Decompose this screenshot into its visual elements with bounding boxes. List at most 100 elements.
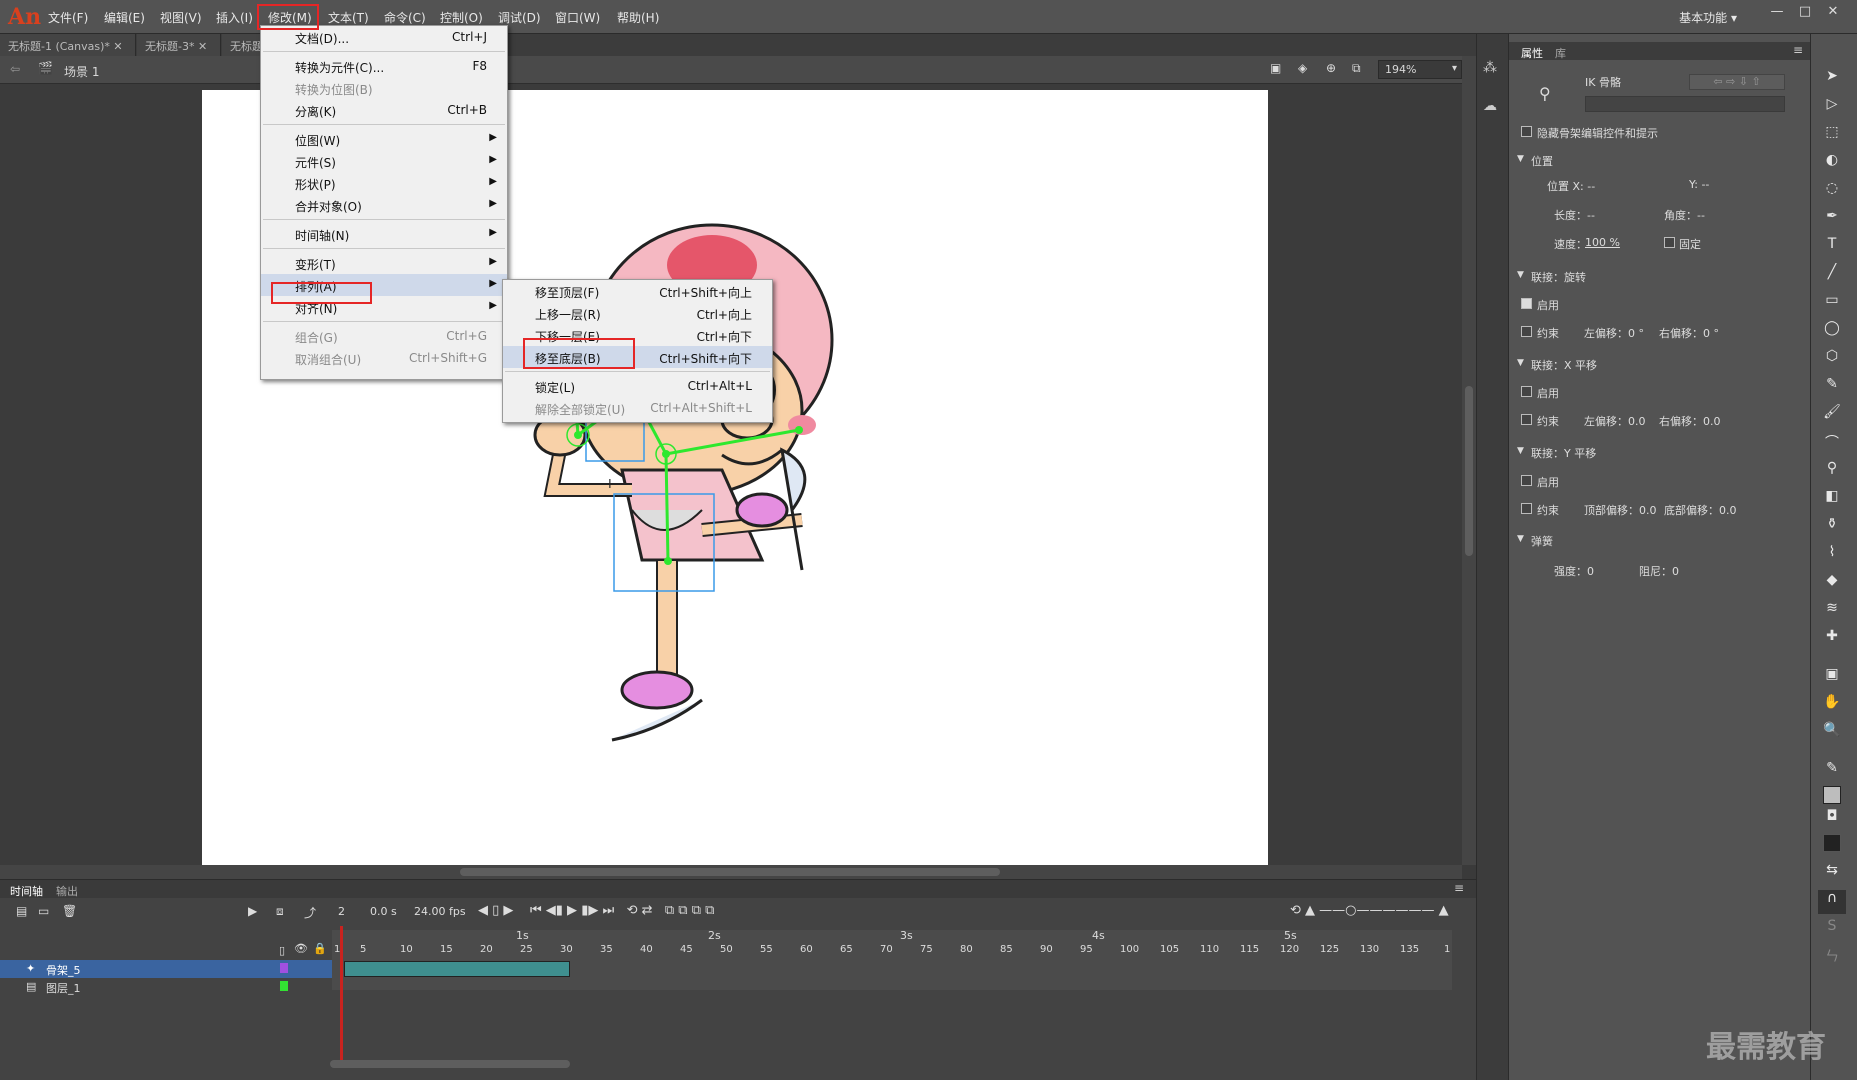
enable-y-checkbox[interactable] xyxy=(1521,475,1532,486)
bone-name-field[interactable] xyxy=(1585,96,1785,112)
modify-menu-item[interactable]: 形状(P) ▶ xyxy=(261,172,507,194)
menu-10[interactable]: 帮助(H) xyxy=(617,9,659,26)
assets-icon[interactable]: ⁂ xyxy=(1483,60,1497,76)
menu-6[interactable]: 命令(C) xyxy=(384,9,426,26)
straighten-icon[interactable]: ㄣ xyxy=(1818,946,1846,970)
menu-2[interactable]: 视图(V) xyxy=(160,9,202,26)
pin-tool-icon[interactable]: ✚ xyxy=(1818,628,1846,652)
menu-1[interactable]: 编辑(E) xyxy=(104,9,145,26)
pencil-tool-icon[interactable]: ✎ xyxy=(1818,376,1846,400)
timeline-scroll-thumb[interactable] xyxy=(330,1060,570,1068)
fill-swatch[interactable] xyxy=(1823,834,1841,852)
zoom-tool-icon[interactable]: 🔍 xyxy=(1818,722,1846,746)
smooth-icon[interactable]: S xyxy=(1818,918,1846,942)
arrange-menu-item[interactable]: 上移一层(R) Ctrl+向上 xyxy=(503,302,772,324)
tab-doc-other[interactable]: 无标题 xyxy=(222,34,262,56)
scroll-thumb[interactable] xyxy=(1465,386,1473,556)
layer-row[interactable]: ✦ 骨架_5 xyxy=(0,960,340,978)
camera-icon[interactable]: ▶ xyxy=(248,904,257,918)
width-tool-icon[interactable]: ≋ xyxy=(1818,600,1846,624)
enable-rotation-checkbox[interactable] xyxy=(1521,298,1532,309)
constrain-rotation-checkbox[interactable] xyxy=(1521,326,1532,337)
free-transform-tool-icon[interactable]: ⬚ xyxy=(1818,124,1846,148)
maximize-icon[interactable]: □ xyxy=(1792,4,1818,26)
tween-span[interactable] xyxy=(344,961,570,977)
modify-menu-item[interactable]: 转换为元件(C)... F8 xyxy=(261,55,507,77)
cc-libraries-icon[interactable]: ☁ xyxy=(1483,98,1497,114)
playhead[interactable] xyxy=(340,926,343,1068)
modify-menu-item[interactable]: 变形(T) ▶ xyxy=(261,252,507,274)
modify-menu-item[interactable]: 取消组合(U) Ctrl+Shift+G xyxy=(261,347,507,369)
lasso-tool-icon[interactable]: ◌ xyxy=(1818,180,1846,204)
polystar-tool-icon[interactable]: ⬡ xyxy=(1818,348,1846,372)
oval-tool-icon[interactable]: ◯ xyxy=(1818,320,1846,344)
new-layer-icon[interactable]: ▤ xyxy=(16,904,27,918)
timeline-zoom-controls[interactable]: ⟲ ▲ ——○—————— ▲ xyxy=(1290,903,1449,918)
eraser-tool-icon[interactable]: ◆ xyxy=(1818,572,1846,596)
tab-library[interactable]: 库 xyxy=(1555,45,1566,61)
center-stage-icon[interactable]: ⊕ xyxy=(1326,61,1336,75)
collapse-icon[interactable]: ▼ xyxy=(1517,270,1524,280)
edit-scene-icon[interactable]: ▣ xyxy=(1270,61,1281,75)
modify-menu-item[interactable]: 合并对象(O) ▶ xyxy=(261,194,507,216)
layer-name[interactable]: 图层_1 xyxy=(46,980,81,996)
collapse-icon[interactable]: ▼ xyxy=(1517,154,1524,164)
arrange-menu-item[interactable]: 移至顶层(F) Ctrl+Shift+向上 xyxy=(503,280,772,302)
eyedropper-tool-icon[interactable]: ⌇ xyxy=(1818,544,1846,568)
layer-name[interactable]: 骨架_5 xyxy=(46,962,81,978)
3d-rotation-tool-icon[interactable]: ◐ xyxy=(1818,152,1846,176)
bone-tool-icon[interactable]: ⚲ xyxy=(1818,460,1846,484)
eye-icon[interactable]: 👁 xyxy=(294,942,308,955)
selection-tool-icon[interactable]: ➤ xyxy=(1818,68,1846,92)
workspace-switcher[interactable]: 基本功能 ▾ xyxy=(1679,9,1737,26)
collapse-icon[interactable]: ▼ xyxy=(1517,446,1524,456)
frame-rate[interactable]: 24.00 fps xyxy=(414,905,466,918)
delete-layer-icon[interactable]: 🗑 xyxy=(62,904,77,918)
menu-5[interactable]: 文本(T) xyxy=(328,9,369,26)
close-icon[interactable]: ✕ xyxy=(1820,4,1846,26)
fill-color-icon[interactable]: ◘ xyxy=(1818,808,1846,832)
modify-menu-item[interactable]: 分离(K) Ctrl+B xyxy=(261,99,507,121)
arrange-menu-item[interactable]: 锁定(L) Ctrl+Alt+L xyxy=(503,375,772,397)
subselection-tool-icon[interactable]: ▷ xyxy=(1818,96,1846,120)
stroke-swatch[interactable] xyxy=(1823,786,1841,804)
fixed-checkbox[interactable] xyxy=(1664,237,1675,248)
hand-tool-icon[interactable]: ✋ xyxy=(1818,694,1846,718)
rectangle-tool-icon[interactable]: ▭ xyxy=(1818,292,1846,316)
modify-menu-item[interactable]: 组合(G) Ctrl+G xyxy=(261,325,507,347)
zoom-select[interactable]: 194% ▾ xyxy=(1378,60,1462,79)
horizontal-scrollbar[interactable] xyxy=(0,865,1462,879)
ink-bottle-tool-icon[interactable]: ⚱ xyxy=(1818,516,1846,540)
panel-menu-icon[interactable]: ≡ xyxy=(1454,881,1464,895)
swap-colors-icon[interactable]: ⇆ xyxy=(1818,862,1846,886)
new-folder-icon[interactable]: ▭ xyxy=(38,904,49,918)
constrain-x-checkbox[interactable] xyxy=(1521,414,1532,425)
arrange-menu-item[interactable]: 解除全部锁定(U) Ctrl+Alt+Shift+L xyxy=(503,397,772,419)
edit-symbol-icon[interactable]: ◈ xyxy=(1298,61,1307,75)
line-tool-icon[interactable]: ╱ xyxy=(1818,264,1846,288)
playback-controls[interactable]: ◀ ▯ ▶ ⏮ ◀▮ ▶ ▮▶ ⏭ ⟲ ⇄ ⧉ ⧉ ⧉ ⧉ xyxy=(478,903,714,918)
constrain-y-checkbox[interactable] xyxy=(1521,503,1532,514)
text-tool-icon[interactable]: T xyxy=(1818,236,1846,260)
current-time[interactable]: 0.0 s xyxy=(370,905,397,918)
tab-output[interactable]: 输出 xyxy=(56,883,78,899)
lock-icon[interactable]: 🔒 xyxy=(313,942,327,955)
speed-value[interactable]: 100 % xyxy=(1585,236,1620,249)
current-frame[interactable]: 2 xyxy=(338,905,345,918)
back-arrow-icon[interactable]: ⇦ xyxy=(10,62,20,76)
collapse-icon[interactable]: ▼ xyxy=(1517,534,1524,544)
paint-brush-tool-icon[interactable]: 🖌 xyxy=(1818,404,1846,428)
scroll-thumb[interactable] xyxy=(460,868,1000,876)
snap-magnet-icon[interactable]: ∩ xyxy=(1818,890,1846,914)
minimize-icon[interactable]: — xyxy=(1764,4,1790,26)
menu-3[interactable]: 插入(I) xyxy=(216,9,253,26)
layer-color-swatch[interactable] xyxy=(280,963,288,973)
modify-menu-item[interactable]: 位图(W) ▶ xyxy=(261,128,507,150)
stroke-color-icon[interactable]: ✎ xyxy=(1818,760,1846,784)
modify-menu-item[interactable]: 时间轴(N) ▶ xyxy=(261,223,507,245)
layer-color-swatch[interactable] xyxy=(280,981,288,991)
hide-bone-checkbox[interactable] xyxy=(1521,126,1532,137)
layer-row[interactable]: ▤ 图层_1 xyxy=(0,978,340,996)
menu-9[interactable]: 窗口(W) xyxy=(555,9,600,26)
vertical-scrollbar[interactable] xyxy=(1462,56,1476,865)
